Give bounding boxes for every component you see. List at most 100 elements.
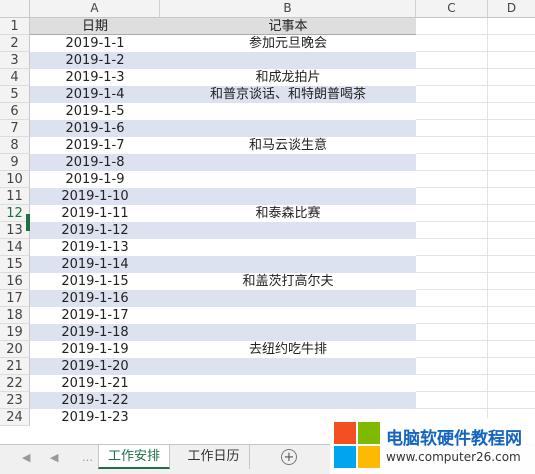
empty-cell[interactable] (416, 307, 488, 324)
empty-cell[interactable] (488, 375, 535, 392)
row-header[interactable]: 15 (0, 256, 30, 273)
empty-cell[interactable] (416, 103, 488, 120)
empty-cell[interactable] (488, 307, 535, 324)
note-cell[interactable] (160, 154, 416, 171)
empty-cell[interactable] (416, 18, 488, 35)
empty-cell[interactable] (488, 341, 535, 358)
empty-cell[interactable] (488, 324, 535, 341)
empty-cell[interactable] (416, 222, 488, 239)
note-cell[interactable] (160, 256, 416, 273)
row-header[interactable]: 1 (0, 18, 30, 35)
row-header[interactable]: 24 (0, 409, 30, 426)
add-sheet-button[interactable]: + (281, 449, 297, 465)
date-cell[interactable]: 2019-1-6 (30, 120, 160, 137)
empty-cell[interactable] (488, 273, 535, 290)
empty-cell[interactable] (416, 69, 488, 86)
date-cell[interactable]: 2019-1-2 (30, 52, 160, 69)
note-cell[interactable] (160, 307, 416, 324)
column-header-b[interactable]: B (160, 0, 416, 17)
date-cell[interactable]: 2019-1-1 (30, 35, 160, 52)
note-cell[interactable] (160, 324, 416, 341)
empty-cell[interactable] (416, 290, 488, 307)
date-cell[interactable]: 2019-1-3 (30, 69, 160, 86)
empty-cell[interactable] (488, 137, 535, 154)
column-header-d[interactable]: D (488, 0, 535, 17)
date-cell[interactable]: 2019-1-14 (30, 256, 160, 273)
row-header[interactable]: 11 (0, 188, 30, 205)
row-header[interactable]: 23 (0, 392, 30, 409)
date-cell[interactable]: 2019-1-16 (30, 290, 160, 307)
empty-cell[interactable] (488, 239, 535, 256)
note-cell[interactable] (160, 52, 416, 69)
note-cell[interactable]: 参加元旦晚会 (160, 35, 416, 52)
date-cell[interactable]: 2019-1-4 (30, 86, 160, 103)
date-cell[interactable]: 2019-1-9 (30, 171, 160, 188)
note-cell[interactable] (160, 358, 416, 375)
header-cell-note[interactable]: 记事本 (160, 18, 416, 35)
empty-cell[interactable] (488, 103, 535, 120)
note-cell[interactable]: 和盖茨打高尔夫 (160, 273, 416, 290)
empty-cell[interactable] (416, 358, 488, 375)
empty-cell[interactable] (488, 188, 535, 205)
row-header[interactable]: 2 (0, 35, 30, 52)
note-cell[interactable] (160, 103, 416, 120)
empty-cell[interactable] (416, 273, 488, 290)
date-cell[interactable]: 2019-1-19 (30, 341, 160, 358)
empty-cell[interactable] (416, 392, 488, 409)
date-cell[interactable]: 2019-1-23 (30, 409, 160, 426)
row-header[interactable]: 21 (0, 358, 30, 375)
empty-cell[interactable] (416, 35, 488, 52)
date-cell[interactable]: 2019-1-18 (30, 324, 160, 341)
date-cell[interactable]: 2019-1-11 (30, 205, 160, 222)
note-cell[interactable]: 和泰森比赛 (160, 205, 416, 222)
note-cell[interactable] (160, 171, 416, 188)
empty-cell[interactable] (416, 52, 488, 69)
note-cell[interactable] (160, 375, 416, 392)
empty-cell[interactable] (488, 205, 535, 222)
empty-cell[interactable] (488, 171, 535, 188)
note-cell[interactable] (160, 239, 416, 256)
date-cell[interactable]: 2019-1-5 (30, 103, 160, 120)
note-cell[interactable] (160, 392, 416, 409)
row-header[interactable]: 4 (0, 69, 30, 86)
row-header[interactable]: 14 (0, 239, 30, 256)
row-header[interactable]: 7 (0, 120, 30, 137)
first-sheet-icon[interactable]: ◀ (22, 451, 30, 464)
column-header-c[interactable]: C (416, 0, 488, 17)
empty-cell[interactable] (488, 69, 535, 86)
note-cell[interactable]: 去纽约吃牛排 (160, 341, 416, 358)
row-header[interactable]: 16 (0, 273, 30, 290)
header-cell-date[interactable]: 日期 (30, 18, 160, 35)
date-cell[interactable]: 2019-1-15 (30, 273, 160, 290)
date-cell[interactable]: 2019-1-20 (30, 358, 160, 375)
empty-cell[interactable] (416, 375, 488, 392)
date-cell[interactable]: 2019-1-17 (30, 307, 160, 324)
empty-cell[interactable] (416, 341, 488, 358)
select-all-corner[interactable] (0, 0, 30, 17)
empty-cell[interactable] (416, 171, 488, 188)
empty-cell[interactable] (488, 52, 535, 69)
empty-cell[interactable] (416, 324, 488, 341)
row-header[interactable]: 10 (0, 171, 30, 188)
cell-area[interactable]: 日期 记事本 2019-1-1 参加元旦晚会 2019-1-2 2019-1-3 和成龙拍片… (30, 18, 535, 426)
row-header[interactable]: 3 (0, 52, 30, 69)
date-cell[interactable]: 2019-1-21 (30, 375, 160, 392)
empty-cell[interactable] (488, 290, 535, 307)
row-header[interactable]: 5 (0, 86, 30, 103)
date-cell[interactable]: 2019-1-13 (30, 239, 160, 256)
row-header[interactable]: 8 (0, 137, 30, 154)
empty-cell[interactable] (488, 120, 535, 137)
prev-sheet-icon[interactable]: ◀ (50, 451, 58, 464)
date-cell[interactable]: 2019-1-22 (30, 392, 160, 409)
tab-work-calendar[interactable]: 工作日历 (178, 445, 250, 469)
worksheet-grid[interactable]: A B C D 1 2 3 4 5 6 7 8 9 10 11 12 13 14 15 16 17 18 19 20 2… (0, 0, 535, 444)
empty-cell[interactable] (488, 86, 535, 103)
empty-cell[interactable] (488, 222, 535, 239)
date-cell[interactable]: 2019-1-8 (30, 154, 160, 171)
note-cell[interactable] (160, 222, 416, 239)
note-cell[interactable] (160, 120, 416, 137)
column-header-a[interactable]: A (30, 0, 160, 17)
empty-cell[interactable] (488, 358, 535, 375)
empty-cell[interactable] (416, 188, 488, 205)
note-cell[interactable] (160, 290, 416, 307)
